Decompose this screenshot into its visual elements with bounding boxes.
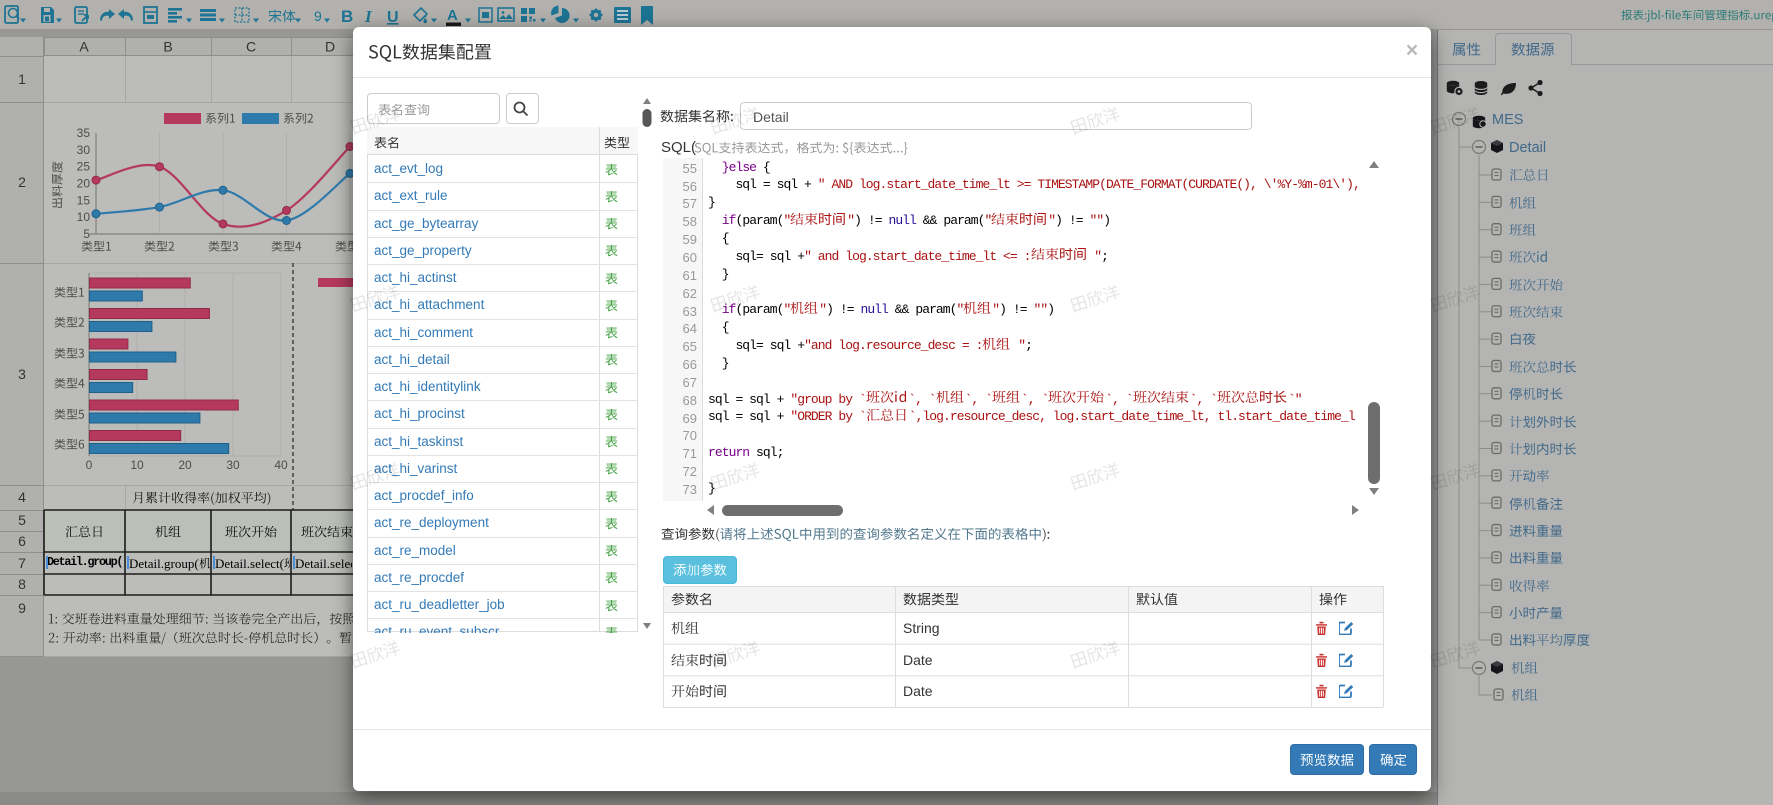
svg-text:3: 3 [18,366,26,382]
svg-text:8: 8 [18,576,26,592]
svg-text:6: 6 [18,533,26,549]
svg-text:10: 10 [77,210,91,224]
svg-text:A: A [79,39,89,55]
svg-text:7: 7 [18,555,26,571]
svg-text:20: 20 [178,458,192,472]
svg-text:5: 5 [18,512,26,528]
svg-text:30: 30 [77,143,91,157]
svg-text:1: 1 [18,71,26,87]
svg-text:B: B [341,7,353,26]
svg-text:Detail: Detail [1509,140,1546,156]
svg-text:10: 10 [130,458,144,472]
svg-text:2: 2 [18,174,26,190]
svg-text:35: 35 [77,126,91,140]
svg-text:4: 4 [18,489,26,505]
svg-text:C: C [246,39,256,55]
svg-text:30: 30 [226,458,240,472]
svg-text:15: 15 [77,193,91,207]
svg-text:9: 9 [314,8,322,24]
svg-text:B: B [163,39,172,55]
svg-text:D: D [325,39,335,55]
svg-text:MES: MES [1492,112,1523,128]
svg-text:9: 9 [18,600,26,616]
svg-text:I: I [364,7,373,26]
svg-text:U: U [387,9,399,26]
svg-text:40: 40 [274,458,288,472]
svg-text:20: 20 [77,177,91,191]
svg-text:0: 0 [86,458,93,472]
svg-text:5: 5 [83,227,90,241]
svg-text:A: A [447,7,458,24]
svg-text:25: 25 [77,160,91,174]
